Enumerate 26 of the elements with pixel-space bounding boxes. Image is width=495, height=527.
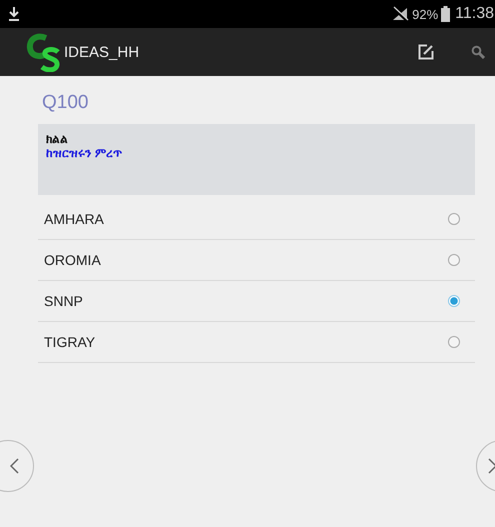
- chevron-right-icon: [488, 458, 495, 474]
- question-label: ክልል: [46, 132, 69, 146]
- radio-button[interactable]: [448, 213, 460, 225]
- app-logo-icon: [26, 32, 62, 72]
- muted-signal-icon: [391, 6, 410, 22]
- question-code: Q100: [42, 92, 90, 115]
- radio-button[interactable]: [448, 254, 460, 266]
- search-icon[interactable]: [471, 45, 485, 59]
- question-hint: ከዝርዝሩን ምረጥ: [46, 146, 124, 160]
- radio-button[interactable]: [448, 336, 460, 348]
- option-label: AMHARA: [44, 211, 104, 227]
- download-icon: [8, 6, 20, 22]
- battery-icon: [441, 6, 450, 22]
- app-title: IDEAS_HH: [64, 44, 140, 60]
- chevron-left-icon: [10, 458, 19, 474]
- option-row[interactable]: OROMIA: [38, 240, 475, 281]
- battery-percent: 92%: [412, 6, 438, 22]
- option-label: SNNP: [44, 293, 83, 309]
- option-label: OROMIA: [44, 252, 101, 268]
- clock-time: 11:38: [455, 5, 494, 23]
- option-row[interactable]: AMHARA: [38, 199, 475, 240]
- option-row[interactable]: TIGRAY: [38, 322, 475, 363]
- option-row[interactable]: SNNP: [38, 281, 475, 322]
- option-label: TIGRAY: [44, 334, 96, 350]
- edit-icon[interactable]: [418, 44, 434, 60]
- radio-button[interactable]: [448, 295, 460, 307]
